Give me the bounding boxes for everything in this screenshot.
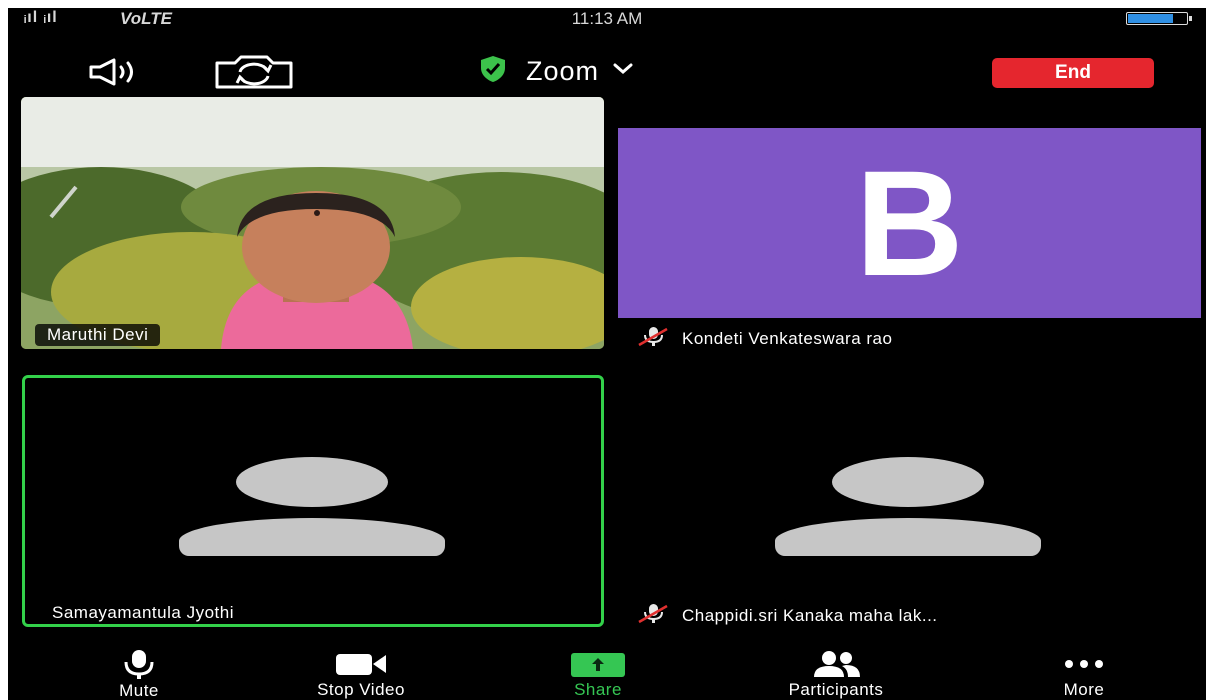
battery-tip — [1189, 16, 1192, 21]
participant-label-row: Kondeti Venkateswara rao — [636, 325, 892, 352]
video-camera-icon — [335, 649, 387, 678]
microphone-icon — [121, 649, 157, 679]
muted-microphone-icon — [636, 602, 670, 629]
muted-microphone-icon — [636, 325, 670, 352]
participant-label-row: Chappidi.sri Kanaka maha lak... — [636, 602, 938, 629]
mute-label: Mute — [119, 681, 159, 700]
participants-label: Participants — [788, 680, 884, 699]
clock: 11:13 AM — [571, 9, 643, 28]
avatar-body — [775, 518, 1041, 556]
avatar-head — [832, 457, 984, 507]
meeting-top-bar: Zoom End — [8, 52, 1206, 92]
stop-video-label: Stop Video — [317, 680, 405, 699]
battery-level — [1128, 14, 1173, 23]
speaker-icon[interactable] — [88, 58, 150, 91]
more-dots-icon — [1064, 649, 1104, 678]
chevron-down-icon — [613, 62, 633, 80]
stop-video-button[interactable]: Stop Video — [273, 649, 449, 700]
participant-tile-video[interactable]: Maruthi Devi — [21, 97, 604, 349]
participant-tile-active-speaker[interactable]: Samayamantula Jyothi — [22, 375, 604, 627]
more-button[interactable]: More — [1044, 649, 1124, 700]
camera-switch-icon[interactable] — [213, 55, 295, 94]
participant-tile-avatar[interactable]: B — [618, 128, 1201, 318]
end-meeting-button[interactable]: End — [992, 58, 1154, 88]
participant-name: Samayamantula Jyothi — [52, 603, 234, 622]
shield-icon — [478, 54, 508, 89]
meeting-toolbar: Mute Stop Video Share Participants More — [8, 649, 1206, 700]
participant-name-tag: Maruthi Devi — [35, 324, 161, 346]
participants-icon — [808, 649, 864, 678]
mute-button[interactable]: Mute — [94, 649, 184, 700]
participant-name: Chappidi.sri Kanaka maha lak... — [682, 605, 938, 625]
meeting-title-dropdown[interactable]: Zoom — [478, 54, 633, 88]
battery-icon — [1126, 12, 1192, 25]
avatar-body — [179, 518, 445, 556]
participant-tile-video-off[interactable] — [618, 375, 1201, 627]
meeting-title: Zoom — [526, 55, 600, 86]
participant-name: Kondeti Venkateswara rao — [682, 328, 893, 348]
zoom-meeting-screen: ᵢıl ᵢıl VoLTE 11:13 AM Zoom End Maruthi … — [8, 8, 1206, 700]
status-bar: ᵢıl ᵢıl VoLTE 11:13 AM — [8, 8, 1206, 30]
participants-button[interactable]: Participants — [736, 649, 936, 700]
avatar-head — [236, 457, 388, 507]
participant-initial: B — [855, 138, 964, 307]
more-label: More — [1063, 680, 1105, 699]
share-label: Share — [574, 680, 622, 699]
share-arrow-icon — [571, 649, 625, 678]
share-button[interactable]: Share — [553, 649, 643, 700]
participant-video-feed — [21, 97, 604, 349]
